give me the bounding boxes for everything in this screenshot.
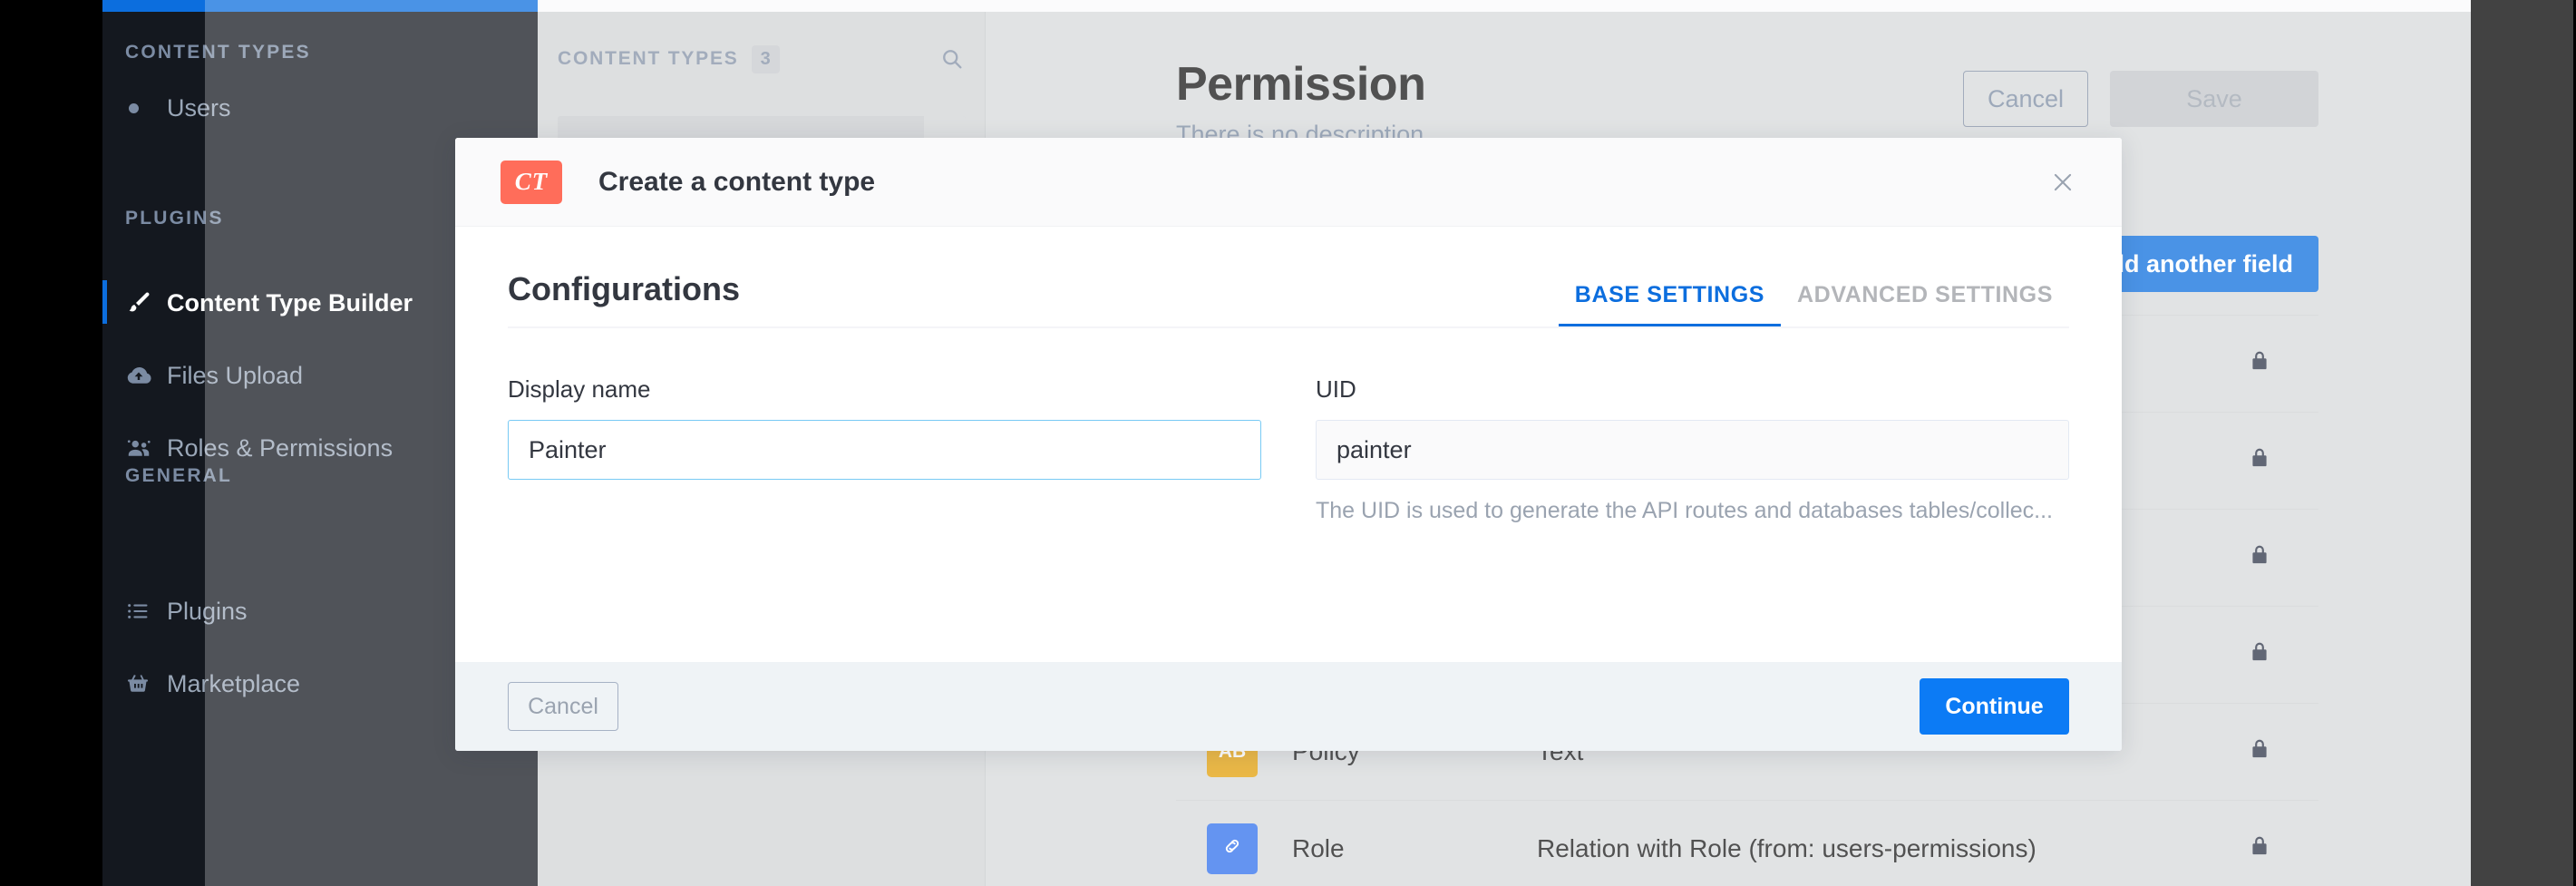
close-icon[interactable] [2049,169,2076,196]
modal-cancel-button[interactable]: Cancel [508,682,618,731]
uid-input[interactable] [1316,420,2069,480]
lock-icon [2248,641,2271,669]
display-name-input[interactable] [508,420,1261,480]
sidebar-item-plugins[interactable]: Plugins [102,592,248,630]
paintbrush-icon [125,289,167,316]
field-type: Relation with Role (from: users-permissi… [1537,834,2036,863]
modal-footer: Cancel Continue [455,662,2122,751]
field-type-badge-relation [1207,823,1258,874]
uid-hint: The UID is used to generate the API rout… [1316,498,2069,524]
link-icon [1220,834,1244,863]
cancel-button[interactable]: Cancel [1963,71,2088,127]
field-name: Role [1292,834,1537,863]
lock-icon [2248,447,2271,475]
lock-icon [2248,350,2271,378]
section-title: Configurations [508,270,740,308]
uid-field-group: UID The UID is used to generate the API … [1316,375,2069,524]
content-types-count-badge: 3 [752,45,780,73]
content-types-panel-title: CONTENT TYPES [558,48,739,70]
main-header: Permission There is no description Cance… [986,12,2471,149]
sidebar-heading-content-types: CONTENT TYPES [102,42,538,63]
sidebar-item-label: Marketplace [167,670,300,698]
bullet-dot-icon [125,103,167,113]
modal-title: Create a content type [598,167,875,198]
display-name-label: Display name [508,375,1261,404]
sidebar-item-label: Plugins [167,598,248,626]
uid-label: UID [1316,375,2069,404]
modal-header: CT Create a content type [455,138,2122,227]
modal-continue-button[interactable]: Continue [1920,678,2069,735]
sidebar-item-content-type-builder[interactable]: Content Type Builder [102,284,413,322]
shopping-basket-icon [125,671,167,696]
display-name-field-group: Display name [508,375,1261,524]
header-actions: Cancel Save [1963,71,2318,127]
search-icon[interactable] [939,46,965,72]
settings-tabs: BASE SETTINGS ADVANCED SETTINGS [1559,282,2069,328]
save-button[interactable]: Save [2110,71,2318,127]
sidebar-item-label: Content Type Builder [167,289,413,317]
tab-advanced-settings[interactable]: ADVANCED SETTINGS [1781,282,2069,328]
modal-body: Configurations BASE SETTINGS ADVANCED SE… [455,227,2122,662]
tab-base-settings[interactable]: BASE SETTINGS [1559,282,1781,328]
lock-icon [2248,738,2271,766]
sidebar-section-content-types: CONTENT TYPES [102,42,538,63]
create-content-type-modal: CT Create a content type Configurations … [455,138,2122,751]
add-another-field-label: Add another field [2092,250,2293,278]
app-root: CONTENT TYPES Users PLUGINS Content Type… [0,0,2576,886]
list-icon [125,599,167,624]
content-types-panel-header: CONTENT TYPES 3 [538,12,985,106]
tabs-divider [508,326,2069,328]
top-accent-strip [102,0,538,12]
sidebar-item-label: Users [167,94,231,122]
sidebar-item-marketplace[interactable]: Marketplace [102,665,300,703]
configurations-row: Configurations BASE SETTINGS ADVANCED SE… [508,227,2069,328]
content-type-chip: CT [501,161,562,204]
sidebar-item-users[interactable]: Users [102,89,231,127]
lock-icon [2248,835,2271,863]
table-row[interactable]: Role Relation with Role (from: users-per… [1176,800,2318,886]
lock-icon [2248,544,2271,572]
form-fields: Display name UID The UID is used to gene… [508,328,2069,524]
